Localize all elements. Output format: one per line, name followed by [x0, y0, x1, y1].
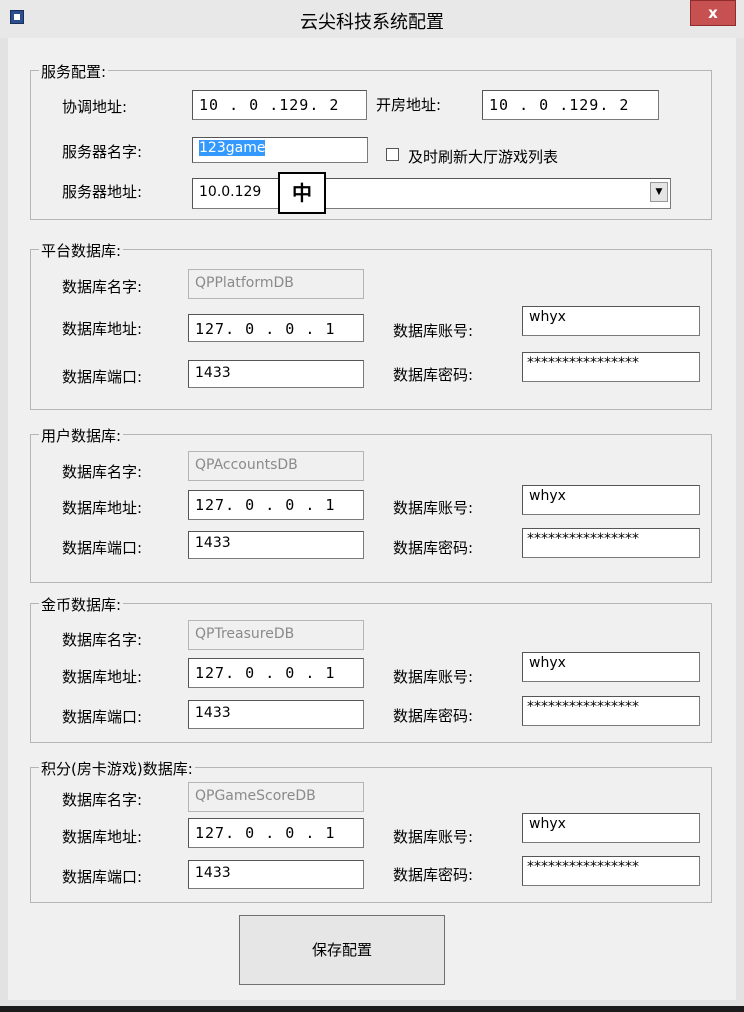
platform-db-port-input[interactable]: 1433 — [188, 360, 364, 388]
refresh-checkbox[interactable] — [386, 148, 399, 161]
room-address-label: 开房地址: — [376, 96, 442, 114]
platform-db-port-label: 数据库端口: — [62, 368, 143, 386]
platform-db-addr-label: 数据库地址: — [62, 320, 143, 338]
score-db-addr-label: 数据库地址: — [62, 828, 143, 846]
accounts-db-addr-label: 数据库地址: — [62, 499, 143, 517]
score-db-password-input[interactable]: **************** — [522, 856, 700, 886]
ime-indicator: 中 — [278, 172, 326, 214]
platform-db-addr-input[interactable]: 127. 0 . 0 . 1 — [188, 314, 364, 342]
treasure-db-addr-input[interactable]: 127. 0 . 0 . 1 — [188, 658, 364, 688]
server-address-combo[interactable]: 10.0.129 ▼ — [192, 178, 671, 209]
accounts-db-name-label: 数据库名字: — [62, 463, 143, 481]
accounts-db-port-input[interactable]: 1433 — [188, 531, 364, 559]
accounts-db-password-input[interactable]: **************** — [522, 528, 700, 558]
accounts-db-name-input[interactable]: QPAccountsDB — [188, 451, 364, 481]
server-address-label: 服务器地址: — [62, 183, 143, 201]
accounts-db-port-label: 数据库端口: — [62, 539, 143, 557]
treasure-db-port-input[interactable]: 1433 — [188, 700, 364, 729]
accounts-db-account-input[interactable]: whyx — [522, 485, 700, 515]
save-config-button[interactable]: 保存配置 — [239, 915, 445, 985]
treasure-db-label: 金币数据库: — [39, 594, 124, 615]
room-address-input[interactable]: 10 . 0 .129. 2 — [482, 90, 659, 120]
platform-db-label: 平台数据库: — [39, 240, 124, 261]
platform-db-password-label: 数据库密码: — [393, 366, 474, 384]
refresh-checkbox-label: 及时刷新大厅游戏列表 — [408, 148, 559, 166]
treasure-db-password-label: 数据库密码: — [393, 707, 474, 725]
platform-db-name-input[interactable]: QPPlatformDB — [188, 269, 364, 299]
treasure-db-addr-label: 数据库地址: — [62, 668, 143, 686]
score-db-name-label: 数据库名字: — [62, 791, 143, 809]
score-db-name-input[interactable]: QPGameScoreDB — [188, 782, 364, 812]
treasure-db-password-input[interactable]: **************** — [522, 696, 700, 726]
server-name-label: 服务器名字: — [62, 143, 143, 161]
score-db-password-label: 数据库密码: — [393, 866, 474, 884]
accounts-db-account-label: 数据库账号: — [393, 499, 474, 517]
score-db-addr-input[interactable]: 127. 0 . 0 . 1 — [188, 818, 364, 848]
treasure-db-port-label: 数据库端口: — [62, 708, 143, 726]
score-db-port-label: 数据库端口: — [62, 868, 143, 886]
coord-address-label: 协调地址: — [62, 98, 128, 116]
title-bar: 云尖科技系统配置 x — [0, 0, 744, 38]
coord-address-input[interactable]: 10 . 0 .129. 2 — [192, 90, 367, 120]
platform-db-name-label: 数据库名字: — [62, 278, 143, 296]
score-db-port-input[interactable]: 1433 — [188, 860, 364, 889]
server-name-value: 123game — [199, 140, 266, 156]
accounts-db-label: 用户数据库: — [39, 425, 124, 446]
score-db-account-label: 数据库账号: — [393, 828, 474, 846]
platform-db-password-input[interactable]: **************** — [522, 352, 700, 382]
close-button[interactable]: x — [690, 0, 736, 26]
accounts-db-password-label: 数据库密码: — [393, 539, 474, 557]
chevron-down-icon[interactable]: ▼ — [650, 182, 668, 202]
window-title: 云尖科技系统配置 — [300, 12, 444, 33]
score-db-account-input[interactable]: whyx — [522, 813, 700, 843]
score-db-label: 积分(房卡游戏)数据库: — [39, 758, 195, 779]
platform-db-account-input[interactable]: whyx — [522, 306, 700, 336]
platform-db-account-label: 数据库账号: — [393, 322, 474, 340]
server-address-value: 10.0.129 — [199, 184, 262, 200]
treasure-db-account-input[interactable]: whyx — [522, 652, 700, 682]
service-config-label: 服务配置: — [39, 61, 109, 82]
treasure-db-account-label: 数据库账号: — [393, 668, 474, 686]
server-name-input[interactable]: 123game — [192, 137, 368, 163]
accounts-db-addr-input[interactable]: 127. 0 . 0 . 1 — [188, 490, 364, 520]
treasure-db-name-input[interactable]: QPTreasureDB — [188, 620, 364, 650]
treasure-db-name-label: 数据库名字: — [62, 631, 143, 649]
